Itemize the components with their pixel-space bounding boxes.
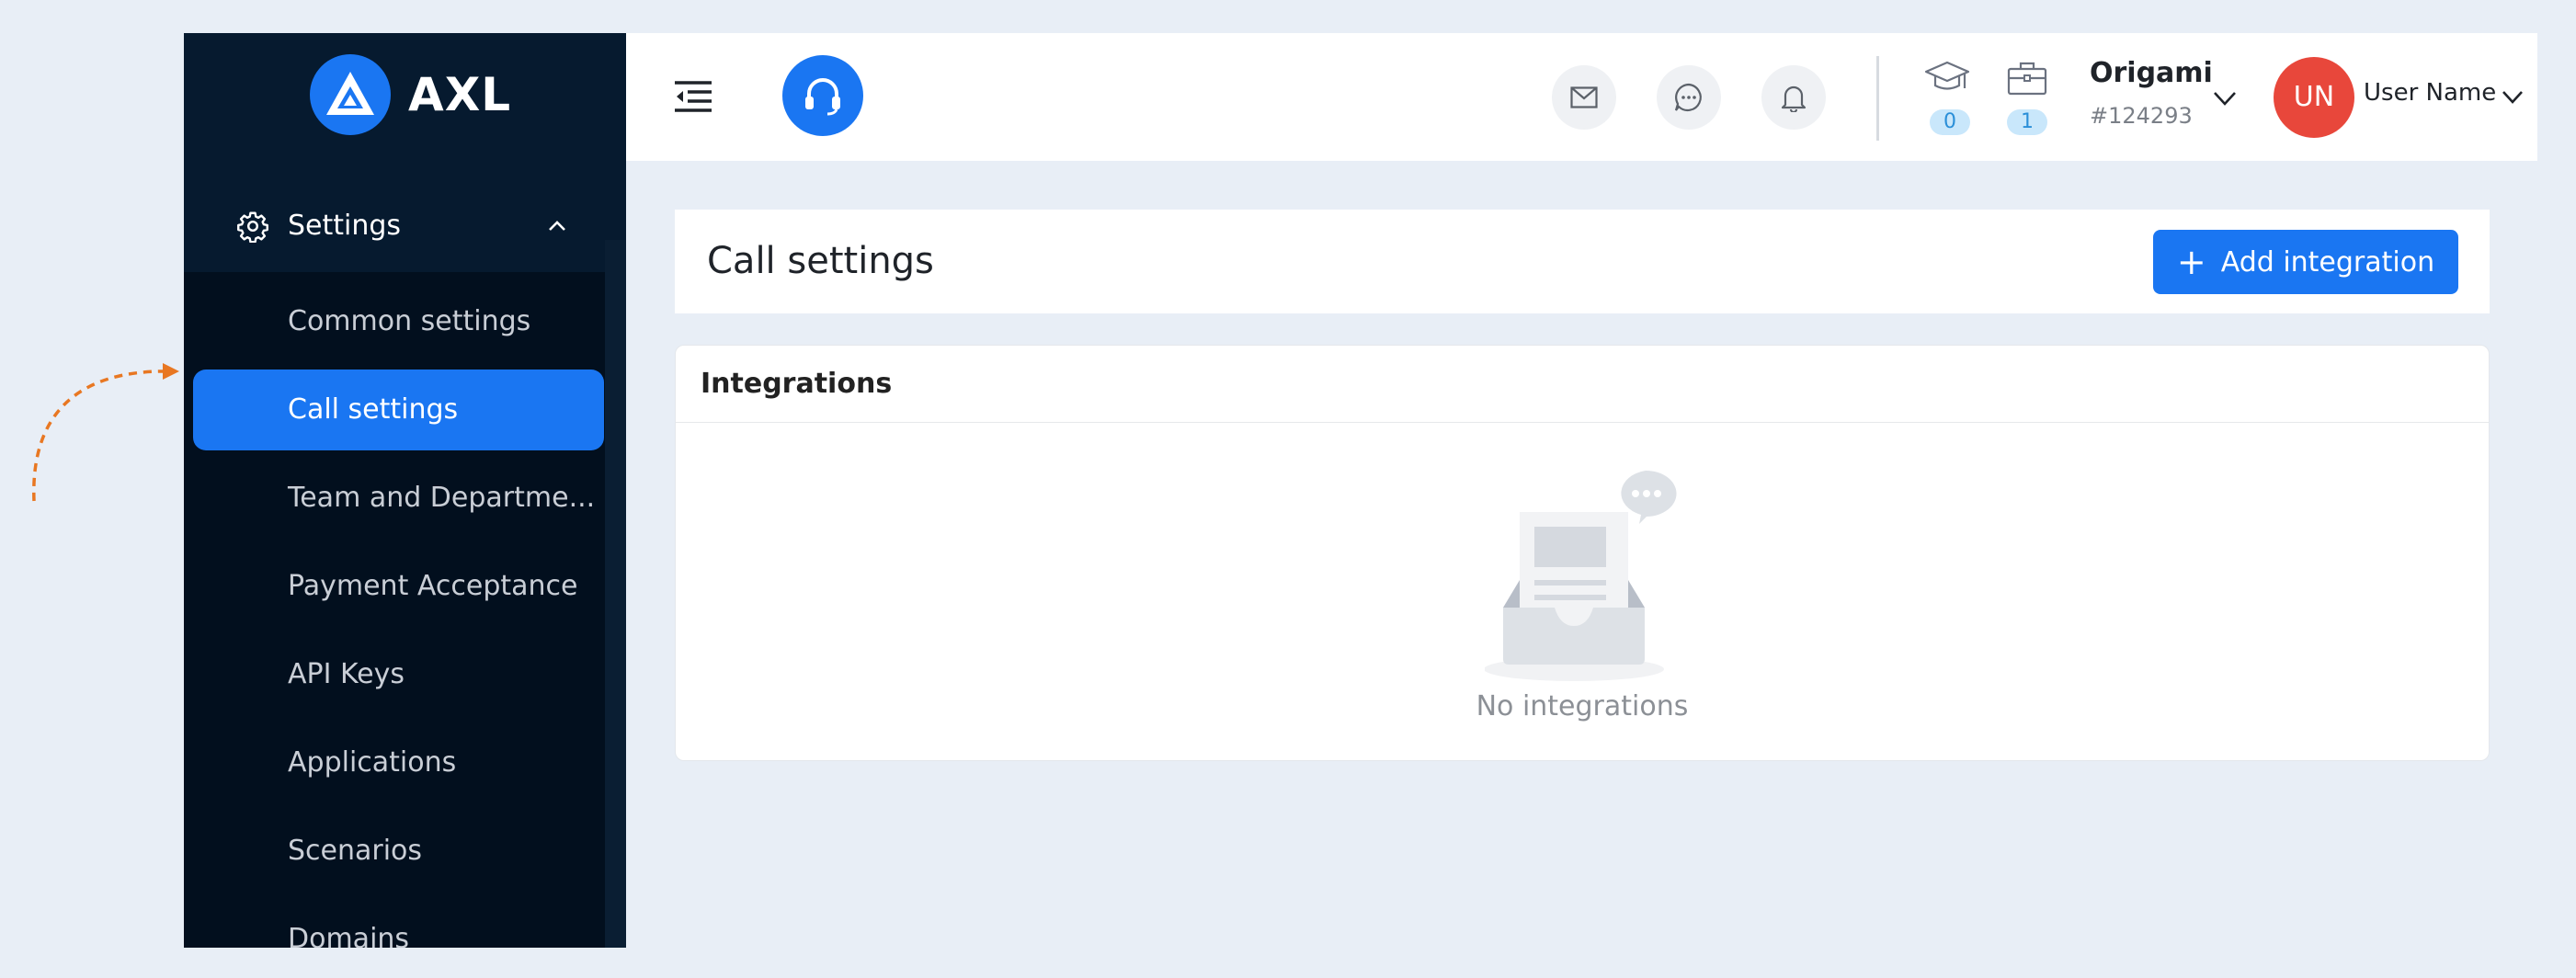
chat-icon [1674, 83, 1702, 111]
logo-icon [310, 54, 391, 135]
bell-icon [1781, 85, 1807, 112]
company-id: #124293 [2090, 103, 2193, 129]
settings-section-label: Settings [288, 210, 402, 242]
page-title: Call settings [707, 240, 934, 282]
plus-icon: + [2176, 242, 2206, 282]
page-header: Call settings + Add integration [675, 210, 2490, 313]
add-integration-label: Add integration [2220, 245, 2435, 279]
headset-icon [805, 78, 840, 116]
notifications-button[interactable] [1761, 65, 1826, 130]
learning-count-badge: 0 [1930, 109, 1970, 135]
mail-button[interactable] [1552, 65, 1616, 130]
menu-collapse-icon[interactable] [675, 81, 712, 112]
sidebar-item-api-keys[interactable]: API Keys [193, 634, 604, 715]
sidebar-section-settings[interactable]: Settings [184, 189, 626, 263]
user-name: User Name [2364, 79, 2497, 107]
gear-icon [237, 211, 268, 243]
sidebar-item-domains[interactable]: Domains [193, 899, 604, 948]
sidebar-item-payment-acceptance[interactable]: Payment Acceptance [193, 546, 604, 627]
sidebar-item-scenarios[interactable]: Scenarios [193, 811, 604, 892]
chat-button[interactable] [1657, 65, 1721, 130]
sidebar-item-team-and-departments[interactable]: Team and Departme... [193, 458, 604, 539]
sidebar: Common settings Call settings Team and D… [184, 33, 626, 948]
integrations-card: Integrations No integrations [675, 345, 2490, 761]
sidebar-item-applications[interactable]: Applications [193, 722, 604, 803]
chevron-down-icon [2214, 92, 2236, 106]
integrations-card-title: Integrations [676, 346, 2489, 423]
chevron-up-icon[interactable] [546, 215, 568, 237]
mail-icon [1570, 86, 1598, 108]
divider [1876, 56, 1879, 141]
avatar[interactable]: UN [2274, 57, 2354, 138]
briefcase-icon[interactable] [2007, 61, 2047, 96]
top-bar: 0 1 Origami #124293 UN User Name [626, 33, 2537, 161]
sidebar-scrollbar[interactable] [605, 240, 626, 948]
user-menu[interactable]: User Name [2364, 79, 2529, 116]
brand-name: AXL [408, 68, 512, 121]
add-integration-button[interactable]: + Add integration [2153, 230, 2458, 294]
cases-count-badge: 1 [2007, 109, 2047, 135]
graduation-cap-icon[interactable] [1924, 61, 1970, 97]
sidebar-item-common-settings[interactable]: Common settings [193, 281, 604, 362]
chevron-down-icon [2502, 91, 2523, 104]
company-selector[interactable]: Origami #124293 [2090, 57, 2246, 140]
brand-logo[interactable]: AXL [310, 54, 511, 135]
settings-submenu: Common settings Call settings Team and D… [184, 272, 605, 948]
support-button[interactable] [782, 55, 863, 136]
empty-inbox-icon [1485, 470, 1677, 681]
empty-state-text: No integrations [1476, 690, 1689, 722]
sidebar-item-call-settings[interactable]: Call settings [193, 370, 604, 450]
annotation-arrow-icon [32, 363, 179, 502]
company-name: Origami [2090, 57, 2213, 89]
